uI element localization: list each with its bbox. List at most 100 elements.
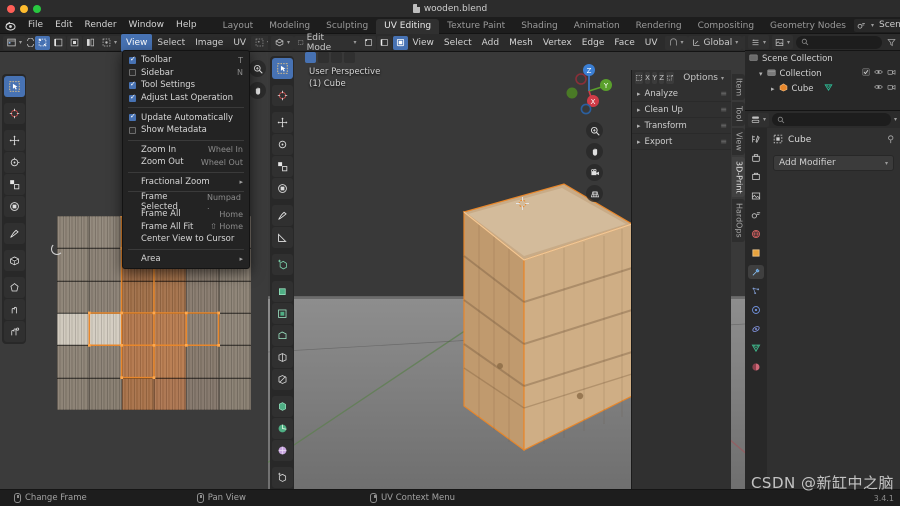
- properties-tab-object[interactable]: [748, 246, 764, 260]
- uv-select-mode-island[interactable]: [83, 35, 99, 50]
- vp-tool-move[interactable]: [271, 112, 293, 133]
- mesh-select-mode-vertex[interactable]: [360, 35, 376, 50]
- mesh-select-mode-edge[interactable]: [376, 35, 392, 50]
- workspace-tab-rendering[interactable]: Rendering: [628, 19, 690, 34]
- workspace-tab-compositing[interactable]: Compositing: [690, 19, 762, 34]
- viewport-menu-uv[interactable]: UV: [640, 34, 663, 52]
- mesh-select-mode-face[interactable]: [392, 35, 408, 50]
- uv-tool-annotate[interactable]: [3, 223, 25, 244]
- workspace-tab-texture-paint[interactable]: Texture Paint: [439, 19, 513, 34]
- uv-select-mode-face[interactable]: [67, 35, 83, 50]
- outliner-row-collection[interactable]: ▾ Collection: [745, 66, 900, 81]
- axis-z-button[interactable]: Z: [659, 72, 665, 84]
- viewport-navigation-gizmo[interactable]: Z Y X: [559, 60, 619, 120]
- sidebar-tab-item[interactable]: Item: [731, 74, 745, 101]
- viewport-pan-icon[interactable]: [586, 143, 603, 160]
- uv-tool-transform[interactable]: [3, 196, 25, 217]
- uv-tool-relax[interactable]: [3, 250, 25, 271]
- uv-tool-rotate[interactable]: [3, 152, 25, 173]
- transform-orientation-selector[interactable]: Global ▾: [687, 35, 743, 50]
- view-menu-item-center-view-to-cursor[interactable]: Center View to Cursor: [123, 233, 249, 246]
- outliner-row-cube[interactable]: ▸ Cube: [745, 81, 900, 96]
- properties-tab-material[interactable]: [748, 360, 764, 374]
- properties-tab-object-data[interactable]: [748, 341, 764, 355]
- vp-tool-measure[interactable]: [271, 227, 293, 248]
- vp-tool-scale[interactable]: [271, 156, 293, 177]
- sidebar-section-transform[interactable]: ▸ Transform ≡: [632, 118, 731, 134]
- properties-tab-constraints[interactable]: [748, 322, 764, 336]
- outliner-row-scene-collection[interactable]: Scene Collection: [745, 51, 900, 66]
- uv-select-mode-edge[interactable]: [51, 35, 67, 50]
- viewport-snap-selector[interactable]: ▾: [664, 35, 688, 50]
- view-menu-item-update-automatically[interactable]: Update Automatically: [123, 111, 249, 124]
- uv-tool-tweak[interactable]: [3, 76, 25, 97]
- collection-expand-icon[interactable]: ▾: [759, 70, 763, 78]
- workspace-tab-sculpting[interactable]: Sculpting: [318, 19, 376, 34]
- properties-tab-scene[interactable]: [748, 208, 764, 222]
- vp-tool-shrink-fatten[interactable]: [271, 467, 293, 488]
- viewport-menu-face[interactable]: Face: [609, 34, 639, 52]
- overlay-icon-3[interactable]: [331, 52, 342, 63]
- window-maximize-button[interactable]: [33, 4, 41, 13]
- workspace-tab-animation[interactable]: Animation: [566, 19, 628, 34]
- view-menu-item-fractional-zoom[interactable]: Fractional Zoom ▸: [123, 176, 249, 189]
- view-menu-item-sidebar[interactable]: Sidebar N: [123, 67, 249, 80]
- volume-icon[interactable]: [635, 72, 643, 84]
- 3d-cursor-icon[interactable]: [516, 197, 529, 210]
- outliner-filter-mode[interactable]: ▾: [772, 35, 794, 49]
- viewport-mode-selector[interactable]: Edit Mode ▾: [294, 33, 361, 53]
- sidebar-section-export[interactable]: ▸ Export ≡: [632, 134, 731, 150]
- workspace-tab-layout[interactable]: Layout: [215, 19, 262, 34]
- overlay-icon-1[interactable]: [305, 52, 316, 63]
- collection-camera-icon[interactable]: [887, 68, 896, 79]
- cube-eye-icon[interactable]: [874, 83, 883, 94]
- vp-tool-add-cube[interactable]: [271, 254, 293, 275]
- viewport-orthographic-icon[interactable]: [586, 185, 603, 202]
- uv-menu-select[interactable]: Select: [152, 34, 190, 52]
- funnel-icon[interactable]: [885, 36, 897, 49]
- uv-zoom-icon[interactable]: [249, 60, 266, 77]
- sidebar-section-analyze[interactable]: ▸ Analyze ≡: [632, 86, 731, 102]
- uv-tool-cursor[interactable]: [3, 103, 25, 124]
- sidebar-section-clean-up[interactable]: ▸ Clean Up ≡: [632, 102, 731, 118]
- vp-tool-knife[interactable]: [271, 369, 293, 390]
- vp-tool-tweak[interactable]: [271, 58, 293, 79]
- viewport-menu-vertex[interactable]: Vertex: [538, 34, 577, 52]
- viewport-menu-view[interactable]: View: [408, 34, 439, 52]
- tool-settings-checkbox[interactable]: [129, 80, 136, 89]
- vp-tool-rotate[interactable]: [271, 134, 293, 155]
- pin-icon[interactable]: ⚲: [887, 135, 894, 145]
- uv-tool-move[interactable]: [3, 130, 25, 151]
- workspace-tab-modeling[interactable]: Modeling: [261, 19, 318, 34]
- cube-expand-icon[interactable]: ▸: [771, 85, 775, 93]
- menu-render[interactable]: Render: [79, 17, 123, 34]
- properties-tab-tool[interactable]: [748, 132, 764, 146]
- uv-tool-scale[interactable]: [3, 174, 25, 195]
- properties-tab-world[interactable]: [748, 227, 764, 241]
- view-menu-item-frame-selected[interactable]: Frame Selected Numpad .: [123, 192, 249, 212]
- view-menu-item-area[interactable]: Area ▸: [123, 253, 249, 266]
- properties-tab-particles[interactable]: [748, 284, 764, 298]
- collection-checkbox[interactable]: [862, 68, 870, 79]
- sidebar-tab-3d-print[interactable]: 3D-Print: [731, 156, 745, 198]
- scene-selector[interactable]: ▾ Scene ⚲ ❐ ✕: [853, 18, 900, 32]
- area-icon[interactable]: [666, 72, 675, 84]
- properties-search-chevron-icon[interactable]: ▾: [894, 116, 897, 123]
- view-menu-item-frame-all-fit[interactable]: Frame All Fit ⇧ Home: [123, 221, 249, 234]
- vp-tool-smooth[interactable]: [271, 440, 293, 461]
- view-menu-item-zoom-out[interactable]: Zoom Out Wheel Out: [123, 156, 249, 169]
- sidebar-tab-hardops[interactable]: HardOps: [731, 199, 745, 242]
- workspace-tab-shading[interactable]: Shading: [513, 19, 566, 34]
- uv-select-mode-vertex[interactable]: [35, 35, 51, 50]
- viewport-canvas[interactable]: User Perspective (1) Cube Z Y X X Y Z Op…: [268, 52, 745, 489]
- blender-logo-icon[interactable]: [4, 19, 17, 32]
- menu-window[interactable]: Window: [123, 17, 171, 34]
- uv-menu-view[interactable]: View: [121, 33, 153, 52]
- sidebar-checkbox[interactable]: [129, 69, 136, 77]
- viewport-type-selector[interactable]: ▾: [271, 35, 295, 50]
- vp-tool-bevel[interactable]: [271, 325, 293, 346]
- window-close-button[interactable]: [7, 4, 15, 13]
- uv-2d-cursor-icon[interactable]: [51, 243, 63, 255]
- menu-help[interactable]: Help: [170, 17, 203, 34]
- menu-edit[interactable]: Edit: [49, 17, 78, 34]
